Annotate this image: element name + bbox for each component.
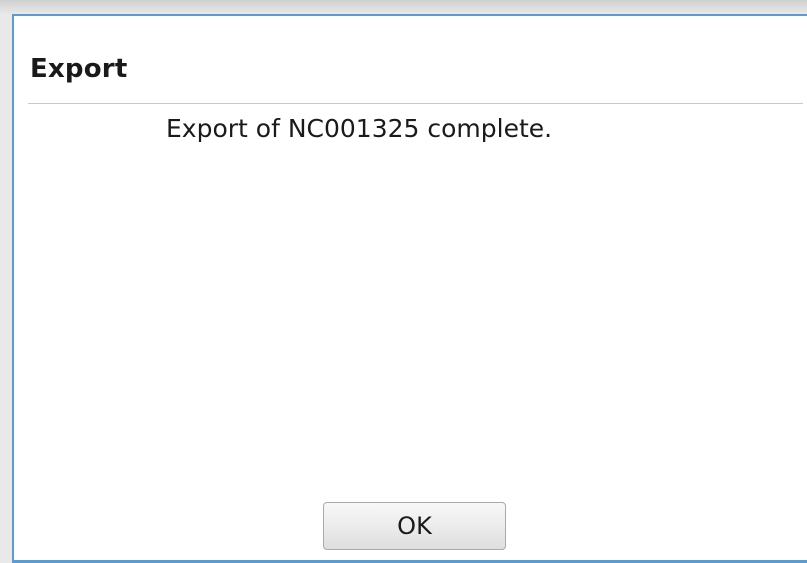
title-divider [28,103,803,104]
dialog-title: Export [30,54,128,84]
window-shadow [0,0,807,14]
export-dialog: Export Export of NC001325 complete. OK [12,14,807,563]
dialog-message: Export of NC001325 complete. [166,114,553,143]
ok-button[interactable]: OK [323,502,506,550]
